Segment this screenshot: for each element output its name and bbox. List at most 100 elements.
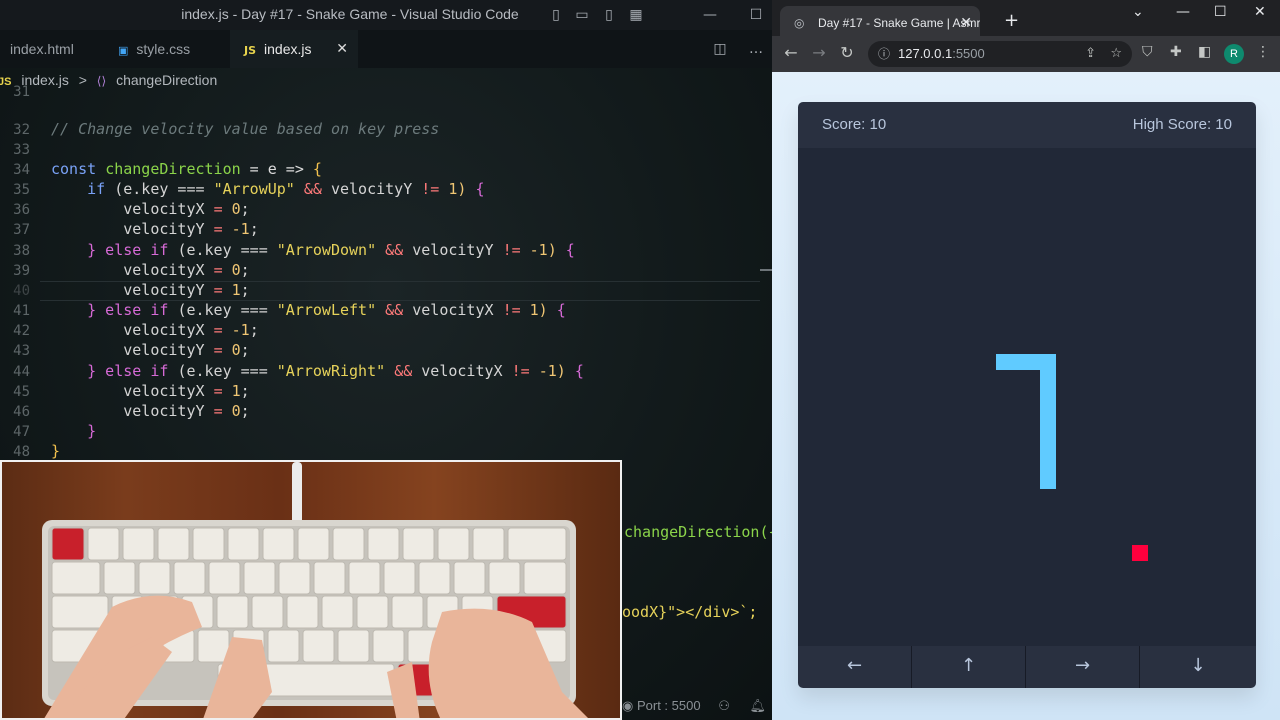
code-line[interactable]: velocityY = 0; (51, 341, 250, 359)
toggle-secondary-sidebar-icon[interactable]: ▯ (599, 5, 619, 25)
line-number: 35 (13, 182, 30, 198)
new-tab-icon[interactable]: + (1004, 10, 1019, 31)
code-line[interactable]: } else if (e.key === "ArrowRight" && vel… (51, 362, 584, 380)
tab-search-icon[interactable]: ⌄ (1132, 4, 1144, 20)
controls: ← ↑ → ↓ (798, 646, 1256, 688)
address-bar[interactable]: ⓘ 127.0.0.1:5500 ⇪ ☆ (868, 41, 1132, 67)
up-arrow-button[interactable]: ↑ (912, 646, 1026, 688)
vscode-window: index.js - Day #17 - Snake Game - Visual… (0, 0, 772, 720)
number: -1 (231, 220, 250, 238)
tab-label: style.css (136, 41, 191, 57)
snake-segment (1040, 354, 1056, 489)
minimize-icon[interactable]: — (1176, 4, 1190, 20)
comment: // Change velocity value based on key pr… (51, 120, 440, 138)
code-token: (e.key === (114, 180, 205, 198)
line-number: 48 (13, 444, 30, 460)
minimize-icon[interactable]: — (700, 5, 720, 25)
brace: { (312, 160, 322, 178)
bookmark-star-icon[interactable]: ☆ (1110, 41, 1122, 67)
number: 1 (231, 382, 241, 400)
code-line[interactable]: velocityY = -1; (51, 220, 258, 238)
scrollbar-marker[interactable] (760, 269, 772, 271)
site-info-icon: ⓘ (878, 47, 891, 61)
menu-icon[interactable]: ⋮ (1256, 44, 1270, 60)
brace: { (556, 301, 566, 319)
line-number: 43 (13, 343, 30, 359)
code-line[interactable]: velocityY = 0; (51, 402, 249, 420)
code-token: (e.key === (177, 362, 268, 380)
split-editor-icon[interactable]: ◫ (710, 39, 730, 59)
tab-index-html[interactable]: index.html (0, 30, 102, 68)
browser-window: ◎ Day #17 - Snake Game | AsmrProg ✕ + ⌄ … (772, 0, 1280, 720)
code-line[interactable]: if (e.key === "ArrowUp" && velocityY != … (51, 180, 484, 198)
code-line[interactable]: velocityY = 1; (51, 281, 249, 299)
breadcrumb-symbol[interactable]: changeDirection (116, 72, 217, 88)
operator: && (394, 362, 413, 380)
code-line[interactable]: velocityX = 0; (51, 261, 249, 279)
close-tab-icon[interactable]: ✕ (960, 6, 972, 40)
code-line[interactable]: } (51, 422, 96, 440)
share-icon[interactable]: ⇪ (1085, 41, 1096, 67)
live-share-icon[interactable]: ⚇ (718, 699, 730, 714)
code-line[interactable]: velocityX = 1; (51, 382, 249, 400)
code-token: changeDirection({ (624, 523, 772, 541)
variable: velocityY (123, 281, 205, 299)
operator: && (385, 301, 404, 319)
code-line[interactable]: // Change velocity value based on key pr… (51, 120, 439, 138)
play-board (798, 148, 1256, 646)
keyboard-camera-overlay (0, 460, 622, 720)
score: Score: 10 (822, 116, 887, 133)
tab-style-css[interactable]: ▣ style.css (102, 30, 230, 68)
number: -1 (231, 321, 250, 339)
operator: = (213, 220, 223, 238)
statusbar-port[interactable]: ◉ Port : 5500 ⚇ 🔔︎ (622, 698, 766, 714)
code-line[interactable]: } else if (e.key === "ArrowLeft" && velo… (51, 301, 566, 319)
more-actions-icon[interactable]: … (746, 39, 766, 59)
reload-icon[interactable]: ↻ (836, 42, 858, 64)
operator: && (303, 180, 322, 198)
avatar[interactable]: R (1224, 44, 1244, 64)
down-arrow-button[interactable]: ↓ (1140, 646, 1256, 688)
maximize-icon[interactable]: ☐ (1214, 4, 1227, 20)
code-line[interactable]: } (51, 442, 60, 460)
code-fragment[interactable]: oodX}"></div>`; (622, 603, 757, 621)
url-host: 127.0.0.1 (898, 46, 953, 61)
operator: = (213, 261, 223, 279)
close-tab-icon[interactable]: ✕ (336, 30, 348, 68)
forward-icon[interactable]: → (808, 42, 830, 64)
toggle-panel-icon[interactable]: ▭ (572, 5, 592, 25)
code-line[interactable]: } else if (e.key === "ArrowDown" && velo… (51, 241, 575, 259)
left-arrow-button[interactable]: ← (798, 646, 912, 688)
toggle-sidebar-icon[interactable]: ▯ (546, 5, 566, 25)
back-icon[interactable]: ← (780, 42, 802, 64)
number: -1) (538, 362, 566, 380)
operator: != (511, 362, 530, 380)
shield-icon[interactable]: ⛉ (1142, 44, 1153, 60)
url-port: :5500 (952, 46, 985, 61)
bell-icon[interactable]: 🔔︎ (749, 699, 766, 714)
tab-index-js[interactable]: JS index.js ✕ (230, 30, 358, 68)
customize-layout-icon[interactable]: ▦ (626, 5, 646, 25)
side-panel-icon[interactable]: ◧ (1198, 44, 1211, 60)
code-token: ; (240, 341, 250, 359)
code-fragment[interactable]: changeDirection({ (624, 523, 772, 541)
operator: != (502, 301, 521, 319)
maximize-icon[interactable]: ☐ (746, 5, 766, 25)
extensions-icon[interactable]: ✚ (1170, 44, 1182, 60)
code-line[interactable]: const changeDirection = e => { (51, 160, 322, 178)
food (1132, 545, 1148, 561)
line-number: 39 (13, 263, 30, 279)
keyboard-photo-image (42, 462, 588, 718)
variable: velocityX (123, 321, 205, 339)
code-line[interactable]: velocityX = -1; (51, 321, 259, 339)
operator: = (213, 382, 223, 400)
function-name: changeDirection (105, 160, 241, 178)
number: 0 (231, 261, 241, 279)
code-token: (e.key === (177, 241, 268, 259)
number: 0 (231, 402, 241, 420)
code-line[interactable]: velocityX = 0; (51, 200, 249, 218)
variable: velocityX (123, 200, 205, 218)
close-window-icon[interactable]: ✕ (1254, 4, 1266, 20)
right-arrow-button[interactable]: → (1026, 646, 1140, 688)
code-token: ; (249, 321, 259, 339)
